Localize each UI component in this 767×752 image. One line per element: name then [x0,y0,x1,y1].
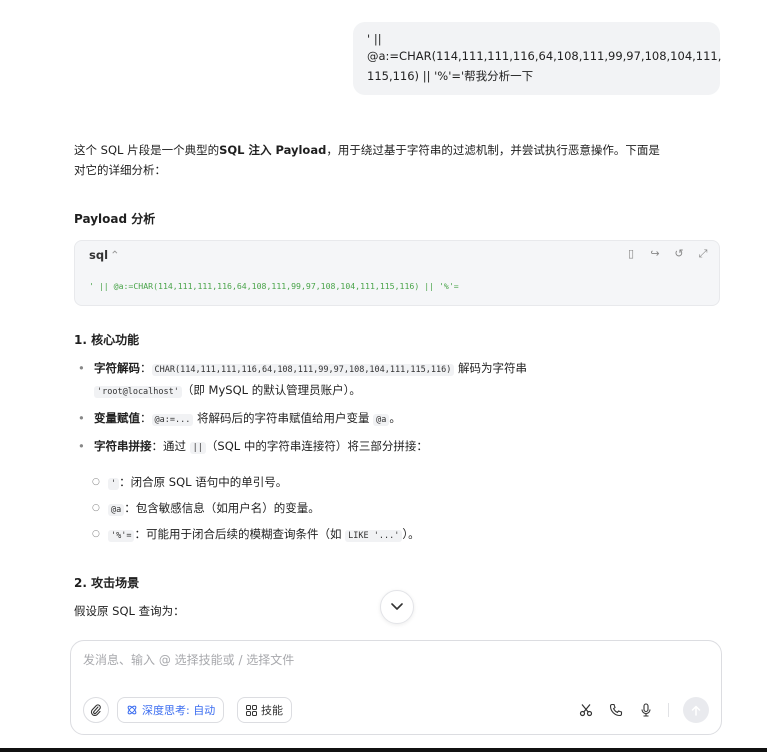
skill-label: 技能 [261,704,283,717]
send-button[interactable] [683,697,709,723]
bullet-icon: ○ [92,503,100,513]
item-text: 将解码后的字符串赋值给用户变量 [193,411,374,425]
code-lang-label: sql [89,248,109,262]
deep-think-button[interactable]: 深度思考: 自动 [117,697,225,723]
inline-code: @a:=... [151,414,194,426]
inline-code: '%'= [108,530,135,542]
deep-think-label: 深度思考: 自动 [142,704,216,717]
inline-code: CHAR(114,111,111,116,64,108,111,99,97,10… [151,364,455,376]
list-item: • 字符串拼接：通过 || （SQL 中的字符串连接符）将三部分拼接： [78,436,527,460]
attach-button[interactable] [83,697,109,723]
code-toolbar: ▯ ↪ ↺ ⤢ [625,247,709,261]
bullet-icon: ○ [92,529,100,539]
core-list: • 字符解码： CHAR(114,111,111,116,64,108,111,9… [78,358,527,460]
item-text: ：闭合原 SQL 语句中的单引号。 [119,475,288,489]
section-heading-payload: Payload 分析 [74,212,156,226]
bullet-icon: • [78,439,85,453]
concat-sublist: ○ ' ：闭合原 SQL 语句中的单引号。 ○ @a ：包含敏感信息（如用户名）的变… [92,472,420,550]
window-bottom-border [0,748,767,752]
tools-divider [668,703,669,717]
user-message-bubble: ' || @a:=CHAR(114,111,111,116,64,108,111… [353,22,722,95]
inline-code: @a [373,414,390,426]
user-message-line: ' || [367,32,382,46]
item-label: 字符串拼接 [94,439,152,453]
list-item: • 字符解码： CHAR(114,111,111,116,64,108,111,9… [78,358,527,408]
wrap-icon[interactable]: ↺ [673,247,685,261]
answer-intro: 这个 SQL 片段是一个典型的SQL 注入 Payload，用于绕过基于字符串的… [74,140,724,180]
item-label: 字符解码 [94,361,140,375]
item-text: ：通过 [151,439,190,453]
inline-code: LIKE '...' [345,530,403,542]
user-message-line: @a:=CHAR(114,111,111,116,64,108,111,99,9… [367,49,722,63]
list-item: ○ @a ：包含敏感信息（如用户名）的变量。 [92,498,420,524]
scissors-icon[interactable] [578,702,594,718]
chevron-down-icon [391,603,403,610]
bullet-icon: • [78,361,85,375]
skill-button[interactable]: 技能 [237,697,292,723]
inline-code: @a [108,504,125,516]
intro-text: ，用于绕过基于字符串的过滤机制，并尝试执行恶意操作。下面是 [326,143,660,157]
inline-code: || [189,442,206,454]
share-icon[interactable]: ↪ [649,247,661,261]
code-lang-toggle[interactable]: sql ⌃ [89,248,120,262]
section-heading-attack: 2. 攻击场景 [74,576,140,590]
scroll-to-bottom-button[interactable] [380,590,414,624]
item-text: 。 [389,411,401,425]
user-message-line: 115,116) || '%'='帮我分析一下 [367,69,534,83]
inline-code: 'root@localhost' [94,386,182,398]
microphone-icon[interactable] [638,702,654,718]
bullet-icon: ○ [92,477,100,487]
expand-icon[interactable]: ⤢ [697,247,709,261]
list-item: ○ ' ：闭合原 SQL 语句中的单引号。 [92,472,420,498]
item-text: ：包含敏感信息（如用户名）的变量。 [124,501,320,515]
arrow-up-icon [691,705,701,716]
grid-icon [246,704,257,716]
section-heading-core: 1. 核心功能 [74,333,140,347]
list-item: • 变量赋值： @a:=... 将解码后的字符串赋值给用户变量 @a。 [78,408,527,436]
composer: 深度思考: 自动 技能 [70,640,722,735]
copy-icon[interactable]: ▯ [625,247,637,261]
code-line: ' || @a:=CHAR(114,111,111,116,64,108,111… [89,281,459,291]
bullet-icon: • [78,411,85,425]
paperclip-icon [90,704,101,716]
chevron-up-icon: ⌃ [110,248,120,262]
code-block: sql ⌃ ▯ ↪ ↺ ⤢ ' || @a:=CHAR(114,111,111,1… [74,240,720,306]
item-text: ：可能用于闭合后续的模糊查询条件（如 [134,527,346,541]
intro-bold: SQL 注入 Payload [219,143,327,157]
intro-text: 对它的详细分析： [74,163,166,177]
item-text: （即 MySQL 的默认管理员账户）。 [181,383,361,397]
item-label: 变量赋值 [94,411,140,425]
phone-icon[interactable] [608,702,624,718]
message-input[interactable] [83,653,683,667]
inline-code: ' [108,478,120,490]
intro-text: 这个 SQL 片段是一个典型的 [74,143,220,157]
item-text: （SQL 中的字符串连接符）将三部分拼接： [205,439,428,453]
item-text: ）。 [402,527,420,541]
atom-icon [127,705,137,715]
list-item: ○ '%'= ：可能用于闭合后续的模糊查询条件（如 LIKE '...'）。 [92,524,420,550]
item-text: 解码为字符串 [454,361,527,375]
composer-right-tools [578,697,709,723]
